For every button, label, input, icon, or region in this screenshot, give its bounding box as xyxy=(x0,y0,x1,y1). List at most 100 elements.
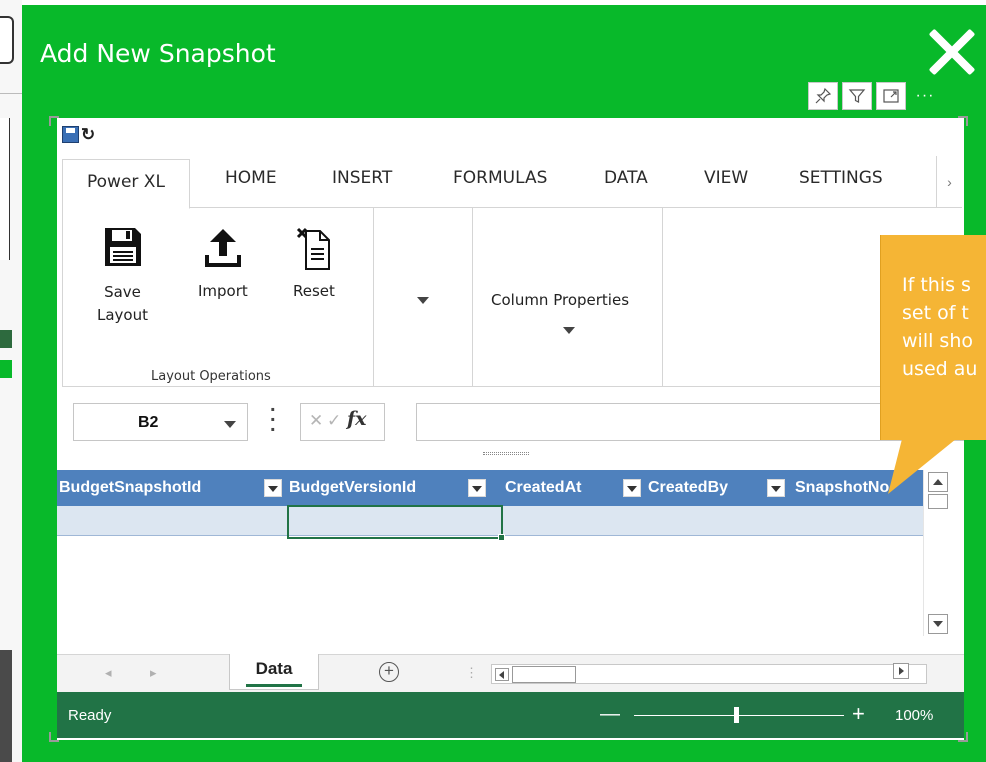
formula-bar-grip[interactable]: ... xyxy=(270,395,276,435)
more-options-icon[interactable]: ··· xyxy=(910,82,940,110)
focus-mode-icon[interactable] xyxy=(876,82,906,110)
ribbon-panel: Save Layout Import Reset Layout Operatio… xyxy=(62,207,962,387)
previous-sheet-icon[interactable]: ◂ xyxy=(105,665,112,681)
column-header-label: CreatedBy xyxy=(648,479,729,496)
filter-icon[interactable] xyxy=(842,82,872,110)
tab-data[interactable]: DATA xyxy=(604,168,648,188)
reset-label: Reset xyxy=(293,282,335,300)
insert-function-icon[interactable]: fx xyxy=(347,408,367,430)
table-header-row: BudgetSnapshotId BudgetVersionId Created… xyxy=(57,470,923,506)
save-icon xyxy=(104,228,141,266)
sheet-tab-data[interactable]: Data xyxy=(229,654,319,690)
ribbon-separator xyxy=(472,207,473,387)
column-header-label: BudgetSnapshotId xyxy=(59,479,202,496)
tab-view[interactable]: VIEW xyxy=(704,168,748,188)
tooltip-callout: If this s set of t will sho used au xyxy=(880,235,986,440)
tab-home[interactable]: HOME xyxy=(225,168,277,188)
screen: Add New Snapshot ··· ↻ Power XL HOME INS… xyxy=(0,0,986,762)
spreadsheet-control: ↻ Power XL HOME INSERT FORMULAS DATA VIE… xyxy=(49,116,968,742)
column-properties-dropdown-arrow[interactable] xyxy=(563,327,575,334)
ribbon-separator xyxy=(662,207,663,387)
status-bar: Ready — + 100% xyxy=(57,692,964,738)
scroll-left-icon[interactable] xyxy=(495,668,509,681)
status-text: Ready xyxy=(68,707,112,724)
scroll-right-icon[interactable] xyxy=(893,663,909,679)
data-grid[interactable]: BudgetSnapshotId BudgetVersionId Created… xyxy=(57,470,923,654)
vertical-scrollbar[interactable] xyxy=(923,470,952,636)
horizontal-scrollbar[interactable] xyxy=(491,664,927,684)
tooltip-line: set of t xyxy=(902,302,969,324)
column-properties-button[interactable]: Column Properties xyxy=(491,291,629,309)
filter-dropdown-icon[interactable] xyxy=(264,479,282,497)
close-icon[interactable] xyxy=(928,27,976,75)
column-header[interactable]: BudgetVersionId xyxy=(287,470,503,506)
modal-title: Add New Snapshot xyxy=(40,39,276,68)
resize-handle[interactable] xyxy=(958,116,968,126)
column-header-label: SnapshotNo xyxy=(795,479,890,496)
filter-dropdown-icon[interactable] xyxy=(623,479,641,497)
ribbon-dropdown-arrow[interactable] xyxy=(417,297,429,304)
column-header[interactable]: SnapshotNo xyxy=(793,470,923,506)
reset-button[interactable]: Reset xyxy=(293,227,335,302)
add-sheet-icon[interactable]: + xyxy=(379,662,399,682)
sheet-tab-bar: ◂ ▸ Data + ⋮ xyxy=(57,654,964,692)
upload-icon xyxy=(204,229,241,267)
visual-header-tools: ··· xyxy=(808,82,940,110)
scroll-up-icon[interactable] xyxy=(928,472,948,492)
horizontal-scroll-thumb[interactable] xyxy=(512,666,576,683)
undo-icon[interactable]: ↻ xyxy=(81,126,95,143)
zoom-level[interactable]: 100% xyxy=(895,707,933,724)
column-header-label: CreatedAt xyxy=(505,479,582,496)
import-button[interactable]: Import xyxy=(198,227,248,302)
tab-power-xl[interactable]: Power XL xyxy=(62,159,190,209)
column-header[interactable]: BudgetSnapshotId xyxy=(57,470,285,506)
name-box-dropdown-arrow[interactable] xyxy=(224,421,236,428)
selected-cell[interactable] xyxy=(287,505,503,539)
background-panel xyxy=(0,650,12,762)
ribbon-tabs: Power XL HOME INSERT FORMULAS DATA VIEW … xyxy=(62,156,962,209)
formula-bar-buttons: ✕ ✓ fx xyxy=(300,403,385,441)
column-header-label: BudgetVersionId xyxy=(289,479,417,496)
zoom-in-button[interactable]: + xyxy=(852,701,865,727)
save-icon[interactable] xyxy=(62,125,79,143)
background-toolbar-fragment xyxy=(0,16,14,64)
enter-formula-icon[interactable]: ✓ xyxy=(327,411,341,431)
pin-icon[interactable] xyxy=(808,82,838,110)
tab-formulas[interactable]: FORMULAS xyxy=(453,168,547,188)
save-layout-label: Save Layout xyxy=(97,283,148,324)
filter-dropdown-icon[interactable] xyxy=(767,479,785,497)
zoom-slider-thumb[interactable] xyxy=(734,707,739,723)
cancel-formula-icon[interactable]: ✕ xyxy=(309,411,323,431)
tab-scroll-right[interactable]: › xyxy=(936,156,962,208)
filter-dropdown-icon[interactable] xyxy=(468,479,486,497)
tooltip-text: If this s set of t will sho used au xyxy=(902,271,986,383)
tab-insert[interactable]: INSERT xyxy=(332,168,392,188)
resize-handle[interactable] xyxy=(49,116,59,126)
name-box-value: B2 xyxy=(138,414,159,431)
layout-operations-group-label: Layout Operations xyxy=(151,369,271,384)
pane-splitter[interactable] xyxy=(483,452,529,455)
tab-splitter-grip[interactable]: ⋮ xyxy=(465,665,478,681)
import-label: Import xyxy=(198,282,248,300)
zoom-slider[interactable] xyxy=(634,715,844,716)
background-row xyxy=(0,360,12,378)
tab-settings[interactable]: SETTINGS xyxy=(799,168,883,188)
background-row xyxy=(0,330,12,348)
next-sheet-icon[interactable]: ▸ xyxy=(150,665,157,681)
zoom-out-button[interactable]: — xyxy=(600,703,620,726)
name-box[interactable]: B2 xyxy=(73,403,248,441)
column-header[interactable]: CreatedBy xyxy=(646,470,792,506)
save-layout-button[interactable]: Save Layout xyxy=(97,227,148,327)
tooltip-line: If this s xyxy=(902,274,971,296)
vertical-scroll-thumb[interactable] xyxy=(928,494,948,509)
background-app xyxy=(0,0,22,762)
fill-handle[interactable] xyxy=(498,534,505,541)
column-header[interactable]: CreatedAt xyxy=(503,470,645,506)
tooltip-line: used au xyxy=(902,358,978,380)
scroll-down-icon[interactable] xyxy=(928,614,948,634)
background-panel xyxy=(0,118,10,260)
tooltip-line: will sho xyxy=(902,330,973,352)
background-divider xyxy=(0,93,22,94)
ribbon-separator xyxy=(373,207,374,387)
clear-document-icon xyxy=(296,227,330,270)
